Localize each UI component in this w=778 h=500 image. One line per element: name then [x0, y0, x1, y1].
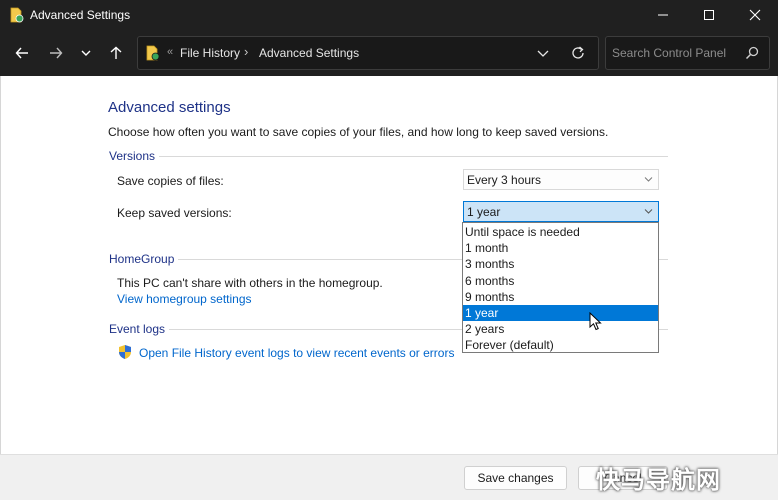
page-description: Choose how often you want to save copies… [108, 125, 609, 139]
chevron-down-icon [644, 209, 653, 214]
option-2-years[interactable]: 2 years [463, 321, 658, 337]
refresh-icon[interactable] [570, 45, 586, 61]
breadcrumb-overflow[interactable]: « [167, 46, 173, 58]
page-title: Advanced settings [108, 99, 231, 116]
chevron-down-icon[interactable] [536, 46, 550, 60]
chevron-down-icon [81, 50, 91, 56]
homegroup-settings-link[interactable]: View homegroup settings [117, 292, 252, 306]
mouse-cursor-icon [589, 312, 602, 331]
option-until-space-needed[interactable]: Until space is needed [463, 224, 658, 240]
search-input[interactable] [612, 44, 740, 62]
arrow-up-icon [110, 46, 122, 59]
chevron-down-icon [644, 177, 653, 182]
window-title: Advanced Settings [30, 8, 131, 22]
address-bar[interactable]: « File History › Advanced Settings [137, 36, 599, 70]
versions-group-label: Versions [109, 149, 160, 163]
maximize-icon [704, 10, 714, 20]
event-logs-group-label: Event logs [109, 322, 170, 336]
search-icon[interactable] [745, 46, 759, 60]
keep-versions-label: Keep saved versions: [117, 206, 232, 220]
maximize-button[interactable] [686, 0, 732, 30]
close-icon [749, 9, 761, 21]
back-button[interactable] [10, 41, 34, 65]
keep-versions-options: Until space is needed 1 month 3 months 6… [462, 222, 659, 353]
arrow-left-icon [15, 47, 28, 59]
homegroup-status: This PC can't share with others in the h… [117, 276, 383, 290]
keep-versions-dropdown[interactable]: 1 year [463, 201, 659, 222]
option-1-month[interactable]: 1 month [463, 240, 658, 256]
save-copies-value: Every 3 hours [467, 173, 542, 187]
save-changes-button[interactable]: Save changes [464, 466, 567, 490]
forward-button[interactable] [44, 41, 68, 65]
file-history-icon [10, 7, 24, 23]
keep-versions-value: 1 year [467, 205, 501, 219]
title-bar: Advanced Settings [0, 0, 778, 30]
recent-locations-button[interactable] [74, 41, 98, 65]
uac-shield-icon [119, 345, 131, 359]
option-forever-default[interactable]: Forever (default) [463, 337, 658, 353]
option-1-year[interactable]: 1 year [463, 304, 658, 322]
up-button[interactable] [104, 41, 128, 65]
close-button[interactable] [732, 0, 778, 30]
option-6-months[interactable]: 6 months [463, 273, 658, 289]
navigation-bar: « File History › Advanced Settings [0, 30, 778, 76]
watermark-text: 快马导航网 [596, 466, 721, 494]
breadcrumb-file-history[interactable]: File History [180, 46, 240, 60]
arrow-right-icon [50, 47, 63, 59]
minimize-button[interactable] [640, 0, 686, 30]
main-content: Advanced settings Choose how often you w… [0, 76, 778, 454]
minimize-icon [658, 14, 668, 16]
save-copies-label: Save copies of files: [117, 174, 224, 188]
option-9-months[interactable]: 9 months [463, 289, 658, 305]
search-box[interactable] [605, 36, 770, 70]
save-copies-dropdown[interactable]: Every 3 hours [463, 169, 659, 190]
file-history-icon [146, 45, 160, 61]
versions-divider [157, 156, 668, 157]
option-3-months[interactable]: 3 months [463, 256, 658, 272]
homegroup-group-label: HomeGroup [109, 252, 179, 266]
breadcrumb-advanced-settings[interactable]: Advanced Settings [259, 46, 359, 60]
breadcrumb-separator[interactable]: › [244, 44, 248, 59]
event-logs-link[interactable]: Open File History event logs to view rec… [139, 346, 454, 360]
